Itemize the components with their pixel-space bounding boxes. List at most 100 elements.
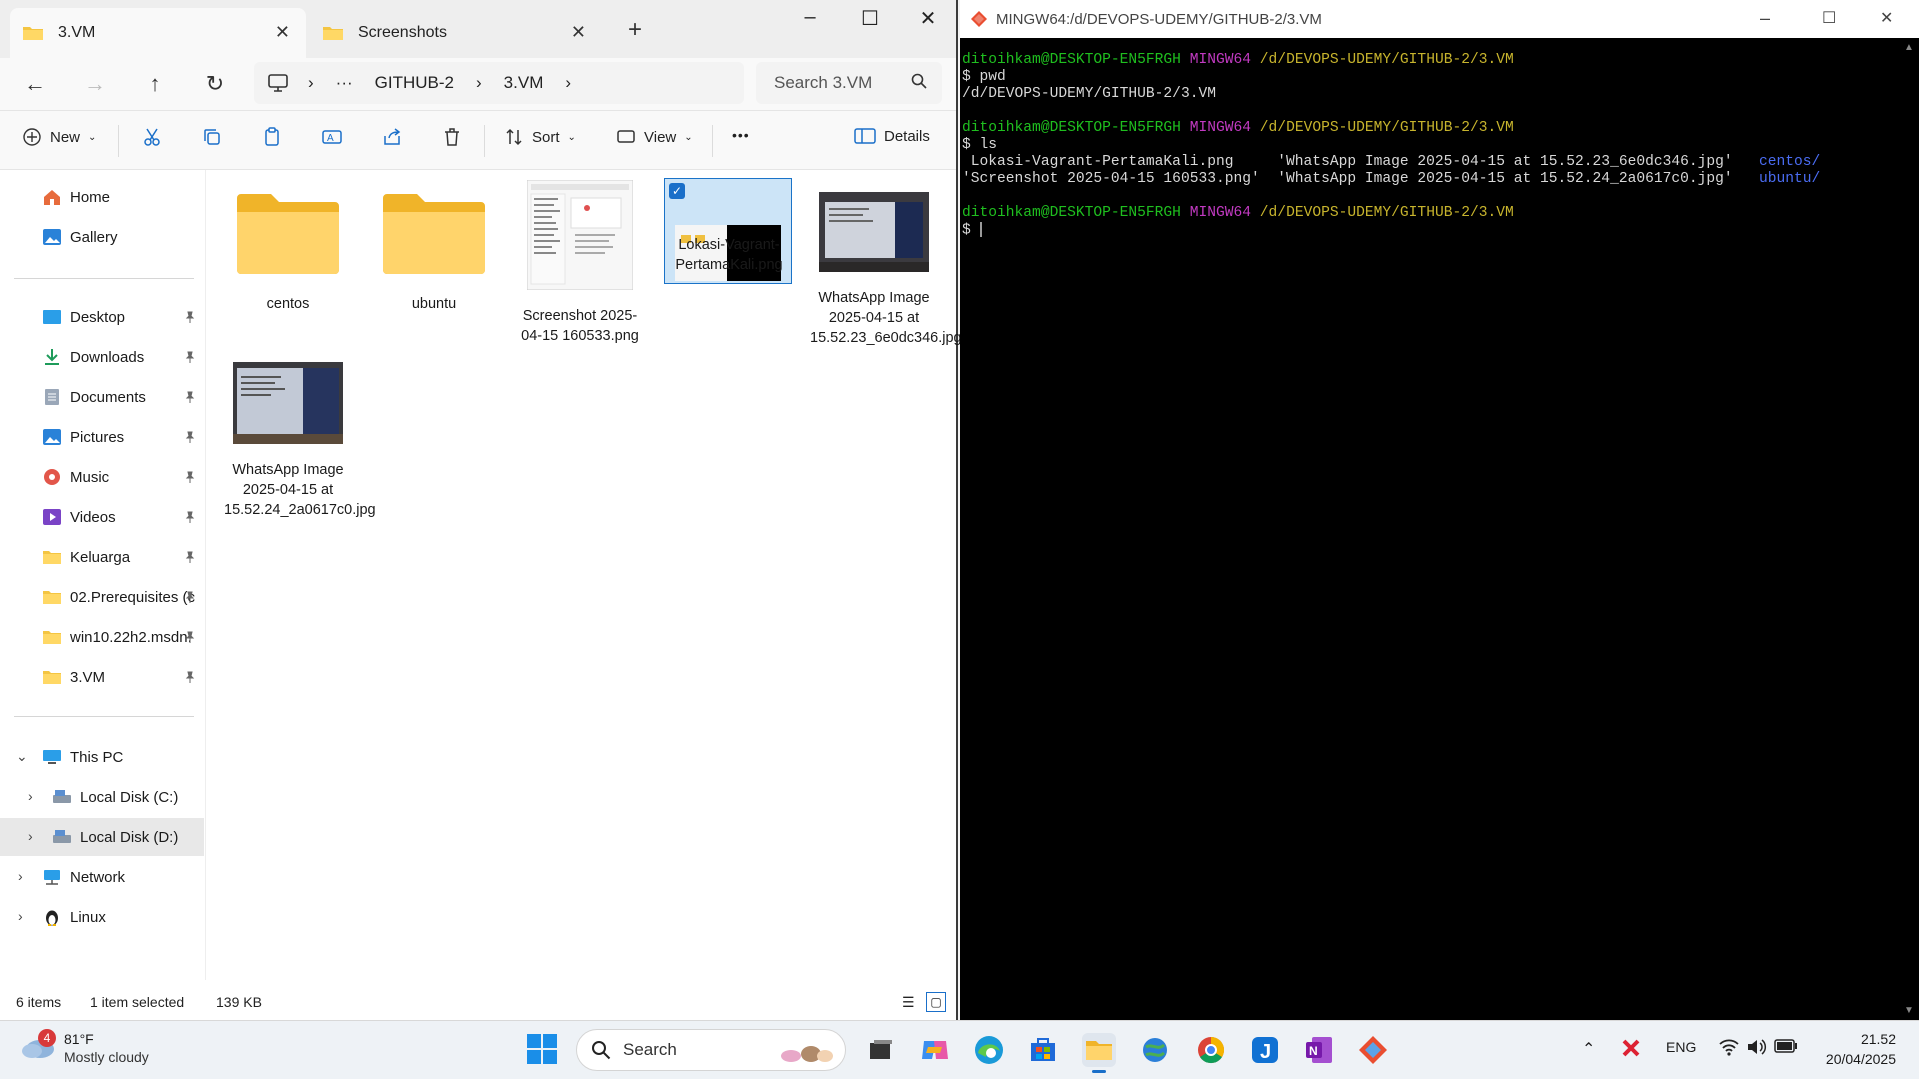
volume-icon[interactable]	[1746, 1037, 1768, 1061]
terminal-output[interactable]: ditoihkam@DESKTOP-EN5FRGH MINGW64 /d/DEV…	[962, 52, 1892, 239]
sidebar-item-home[interactable]: Home	[0, 178, 204, 216]
sidebar-item-local-disk-d[interactable]: › Local Disk (D:)	[0, 818, 204, 856]
sidebar-item-win10[interactable]: win10.22h2.msdn.	[0, 618, 204, 656]
joplin-button[interactable]: J	[1248, 1033, 1282, 1067]
sidebar-item-linux[interactable]: › Linux	[0, 898, 204, 936]
sidebar-item-this-pc[interactable]: ⌄ This PC	[0, 738, 204, 776]
new-button[interactable]: New ⌄	[22, 127, 96, 147]
weather-widget[interactable]: 4 81°F Mostly cloudy	[20, 1029, 149, 1065]
microsoft-store-button[interactable]	[1026, 1033, 1060, 1067]
breadcrumb-3vm[interactable]: 3.VM	[504, 73, 544, 93]
pin-icon[interactable]	[184, 670, 196, 687]
chevron-right-icon[interactable]: ›	[18, 908, 23, 924]
pin-icon[interactable]	[184, 390, 196, 407]
scroll-up-icon[interactable]: ▲	[1904, 42, 1914, 53]
close-window-button[interactable]: ✕	[908, 6, 948, 34]
chevron-right-icon[interactable]: ›	[28, 828, 33, 844]
start-button[interactable]	[526, 1033, 558, 1069]
maximize-button[interactable]: ☐	[850, 6, 890, 34]
pin-icon[interactable]	[184, 630, 196, 647]
close-tab-icon[interactable]: ✕	[571, 22, 586, 43]
sidebar-item-downloads[interactable]: Downloads	[0, 338, 204, 376]
sidebar-item-documents[interactable]: Documents	[0, 378, 204, 416]
taskbar-search[interactable]: Search	[576, 1029, 846, 1071]
sort-button[interactable]: Sort ⌄	[504, 127, 576, 147]
pin-icon[interactable]	[184, 510, 196, 527]
sidebar-item-keluarga[interactable]: Keluarga	[0, 538, 204, 576]
tab-3vm[interactable]: 3.VM ✕	[10, 8, 306, 58]
forward-button[interactable]: →	[78, 68, 112, 100]
details-view-button[interactable]: ☰	[902, 994, 915, 1011]
task-view-button[interactable]	[864, 1033, 898, 1067]
rename-button[interactable]: A	[322, 127, 352, 147]
chevron-down-icon: ⌄	[684, 131, 693, 143]
breadcrumb-github-2[interactable]: GITHUB-2	[375, 73, 454, 93]
address-bar[interactable]: › ··· GITHUB-2 › 3.VM ›	[254, 62, 744, 104]
file-item-screenshot[interactable]: Screenshot 2025-04-15 160533.png	[516, 179, 644, 346]
sidebar-item-local-disk-c[interactable]: › Local Disk (C:)	[0, 778, 204, 816]
share-button[interactable]	[382, 127, 410, 147]
battery-icon[interactable]	[1774, 1039, 1798, 1057]
close-tab-icon[interactable]: ✕	[275, 22, 290, 43]
refresh-button[interactable]: ↻	[198, 68, 232, 100]
sidebar-item-3vm[interactable]: 3.VM	[0, 658, 204, 696]
pin-icon[interactable]	[184, 350, 196, 367]
folder-item-centos[interactable]: centos	[224, 180, 352, 314]
pin-icon[interactable]	[184, 430, 196, 447]
copilot-button[interactable]	[918, 1033, 952, 1067]
tray-app-icon[interactable]	[1620, 1037, 1642, 1063]
file-item-whatsapp-1[interactable]: WhatsApp Image 2025-04-15 at 15.52.23_6e…	[810, 180, 962, 348]
scroll-down-icon[interactable]: ▼	[1904, 1005, 1914, 1016]
chevron-up-icon[interactable]: ⌃	[1582, 1039, 1595, 1059]
language-indicator[interactable]: ENG	[1666, 1039, 1696, 1055]
sidebar-item-prerequisites[interactable]: 02.Prerequisites (c	[0, 578, 204, 616]
paste-button[interactable]	[262, 127, 290, 147]
sidebar-item-music[interactable]: Music	[0, 458, 204, 496]
sidebar-item-desktop[interactable]: Desktop	[0, 298, 204, 336]
chevron-down-icon[interactable]: ⌄	[16, 748, 28, 765]
tab-screenshots[interactable]: Screenshots ✕	[310, 8, 602, 58]
edge-browser-button[interactable]	[972, 1033, 1006, 1067]
pin-icon[interactable]	[184, 550, 196, 567]
pin-icon[interactable]	[184, 310, 196, 327]
file-item-lokasi-vagrant[interactable]: ✓ Lokasi-Vagrant-PertamaKali.png	[664, 178, 792, 284]
search-input[interactable]: Search 3.VM	[756, 62, 942, 104]
back-button[interactable]: ←	[18, 68, 52, 100]
chrome-button[interactable]	[1194, 1033, 1228, 1067]
tiles-view-button[interactable]: ▢	[926, 992, 946, 1012]
details-button[interactable]: Details	[854, 127, 930, 145]
view-button[interactable]: View ⌄	[616, 127, 693, 147]
delete-button[interactable]	[442, 127, 470, 147]
onenote-button[interactable]: N	[1302, 1033, 1336, 1067]
divider	[118, 125, 119, 157]
sidebar-item-videos[interactable]: Videos	[0, 498, 204, 536]
new-tab-button[interactable]: +	[628, 16, 642, 44]
app-globe-button[interactable]	[1138, 1033, 1172, 1067]
more-options-button[interactable]: •••	[732, 127, 750, 143]
folder-item-ubuntu[interactable]: ubuntu	[370, 180, 498, 314]
maximize-button[interactable]: ☐	[1822, 8, 1836, 28]
cut-button[interactable]	[142, 127, 170, 147]
git-bash-button[interactable]	[1356, 1033, 1390, 1067]
copy-button[interactable]	[202, 127, 230, 147]
checkbox-icon[interactable]: ✓	[669, 183, 685, 199]
up-button[interactable]: ↑	[138, 68, 172, 100]
close-window-button[interactable]: ✕	[1880, 8, 1893, 28]
chevron-right-icon[interactable]: ›	[18, 868, 23, 884]
file-explorer-button[interactable]	[1082, 1033, 1116, 1073]
task-view-icon	[870, 1040, 892, 1059]
chevron-right-icon[interactable]: ›	[28, 788, 33, 804]
scrollbar[interactable]: ▲ ▼	[1901, 38, 1919, 1020]
wifi-icon[interactable]	[1718, 1037, 1740, 1061]
clock[interactable]: 21.52 20/04/2025	[1808, 1029, 1896, 1069]
minimize-button[interactable]: –	[1760, 8, 1770, 29]
breadcrumb-more[interactable]: ···	[336, 73, 353, 93]
sidebar-item-network[interactable]: › Network	[0, 858, 204, 896]
copilot-icon	[922, 1041, 948, 1059]
file-item-whatsapp-2[interactable]: WhatsApp Image 2025-04-15 at 15.52.24_2a…	[224, 354, 376, 520]
minimize-button[interactable]: –	[790, 6, 830, 34]
pin-icon[interactable]	[184, 470, 196, 487]
pin-icon[interactable]	[184, 590, 196, 607]
sidebar-item-pictures[interactable]: Pictures	[0, 418, 204, 456]
sidebar-item-gallery[interactable]: Gallery	[0, 218, 204, 256]
